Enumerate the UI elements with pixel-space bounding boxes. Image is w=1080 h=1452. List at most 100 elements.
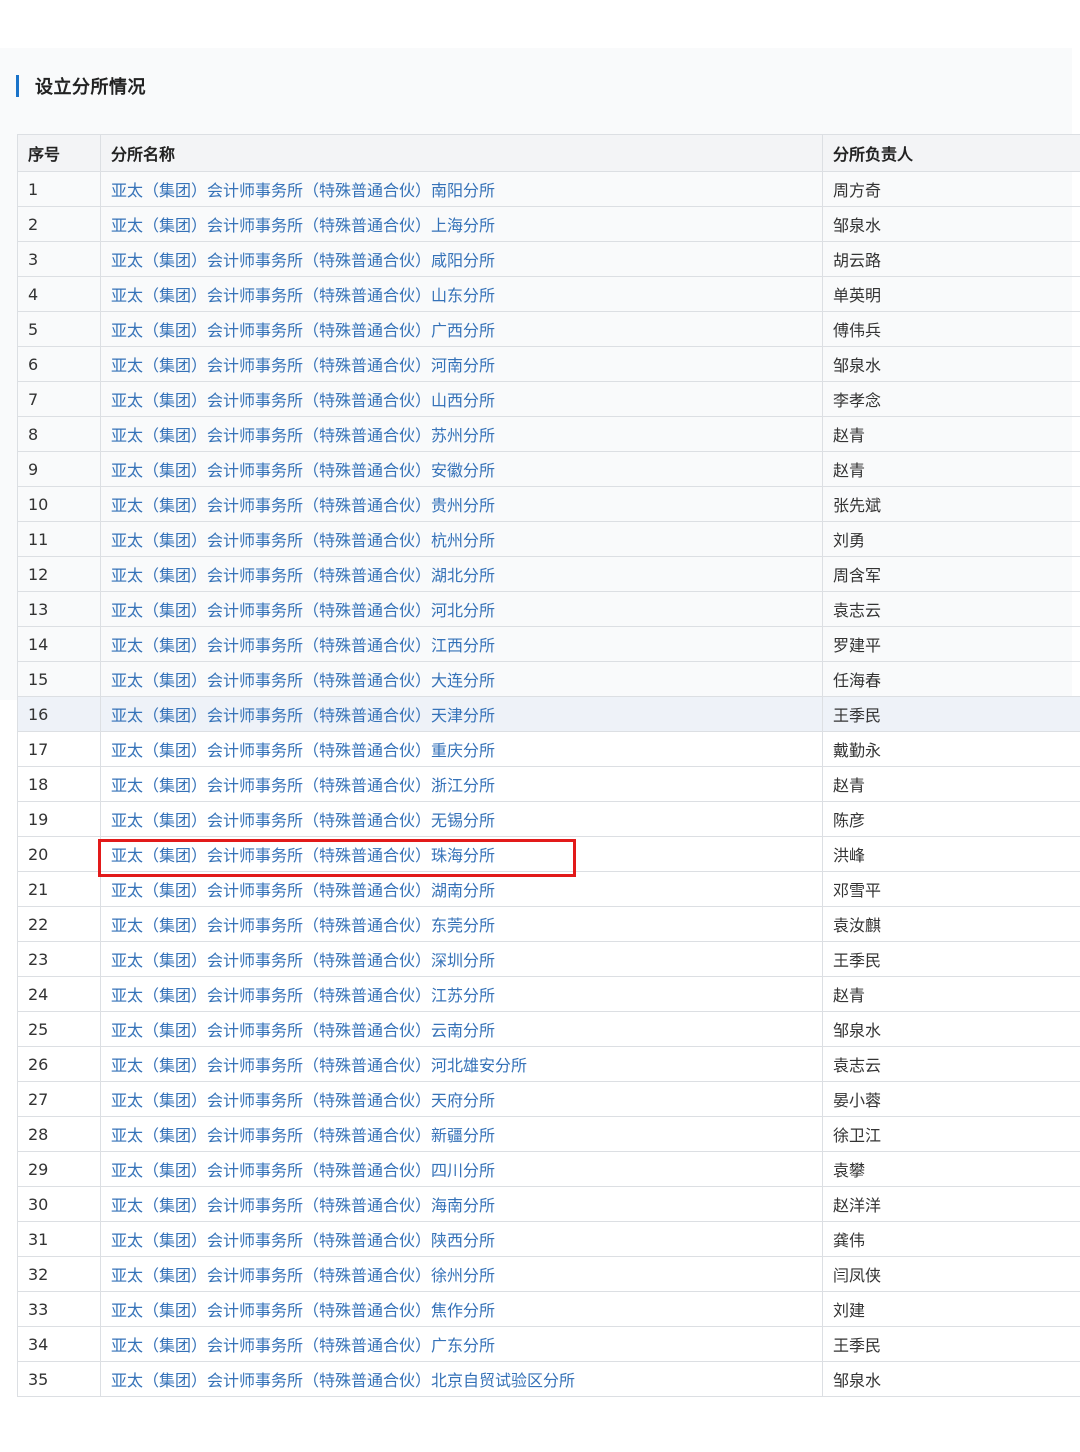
branch-head-cell: 晏小蓉 <box>822 1081 1080 1117</box>
branch-name-link[interactable]: 亚太（集团）会计师事务所（特殊普通合伙）河北分所 <box>111 601 495 620</box>
row-index: 33 <box>17 1291 101 1327</box>
row-index: 14 <box>17 626 101 662</box>
branch-name-cell: 亚太（集团）会计师事务所（特殊普通合伙）焦作分所 <box>100 1291 823 1327</box>
branch-name-link[interactable]: 亚太（集团）会计师事务所（特殊普通合伙）云南分所 <box>111 1021 495 1040</box>
branch-name-link[interactable]: 亚太（集团）会计师事务所（特殊普通合伙）山东分所 <box>111 286 495 305</box>
branch-head-cell: 罗建平 <box>822 626 1080 662</box>
column-header-branch-head: 分所负责人 <box>822 134 1080 172</box>
branch-name-cell: 亚太（集团）会计师事务所（特殊普通合伙）贵州分所 <box>100 486 823 522</box>
row-index: 34 <box>17 1326 101 1362</box>
branch-name-link[interactable]: 亚太（集团）会计师事务所（特殊普通合伙）广东分所 <box>111 1336 495 1355</box>
branch-name-link[interactable]: 亚太（集团）会计师事务所（特殊普通合伙）徐州分所 <box>111 1266 495 1285</box>
table-row: 25 亚太（集团）会计师事务所（特殊普通合伙）云南分所 邹泉水 <box>17 1011 1080 1047</box>
branch-name-link[interactable]: 亚太（集团）会计师事务所（特殊普通合伙）陕西分所 <box>111 1231 495 1250</box>
row-index: 11 <box>17 521 101 557</box>
table-body: 1 亚太（集团）会计师事务所（特殊普通合伙）南阳分所 周方奇 2 亚太（集团）会计师事务… <box>17 171 1080 1397</box>
row-index: 28 <box>17 1116 101 1152</box>
table-row: 18 亚太（集团）会计师事务所（特殊普通合伙）浙江分所 赵青 <box>17 766 1080 802</box>
branch-name-link[interactable]: 亚太（集团）会计师事务所（特殊普通合伙）天府分所 <box>111 1091 495 1110</box>
column-header-branch-name: 分所名称 <box>100 134 823 172</box>
branch-name-cell: 亚太（集团）会计师事务所（特殊普通合伙）江西分所 <box>100 626 823 662</box>
branch-name-link[interactable]: 亚太（集团）会计师事务所（特殊普通合伙）东莞分所 <box>111 916 495 935</box>
row-index: 1 <box>17 171 101 207</box>
branch-head-cell: 邹泉水 <box>822 1011 1080 1047</box>
branch-name-cell: 亚太（集团）会计师事务所（特殊普通合伙）无锡分所 <box>100 801 823 837</box>
branch-head-cell: 袁汝麒 <box>822 906 1080 942</box>
branch-name-cell: 亚太（集团）会计师事务所（特殊普通合伙）河南分所 <box>100 346 823 382</box>
branch-name-link[interactable]: 亚太（集团）会计师事务所（特殊普通合伙）珠海分所 <box>111 846 495 865</box>
row-index: 7 <box>17 381 101 417</box>
branch-name-link[interactable]: 亚太（集团）会计师事务所（特殊普通合伙）广西分所 <box>111 321 495 340</box>
table-row: 27 亚太（集团）会计师事务所（特殊普通合伙）天府分所 晏小蓉 <box>17 1081 1080 1117</box>
table-row: 3 亚太（集团）会计师事务所（特殊普通合伙）咸阳分所 胡云路 <box>17 241 1080 277</box>
branch-name-cell: 亚太（集团）会计师事务所（特殊普通合伙）重庆分所 <box>100 731 823 767</box>
branch-name-link[interactable]: 亚太（集团）会计师事务所（特殊普通合伙）咸阳分所 <box>111 251 495 270</box>
branch-name-link[interactable]: 亚太（集团）会计师事务所（特殊普通合伙）江苏分所 <box>111 986 495 1005</box>
branch-name-cell: 亚太（集团）会计师事务所（特殊普通合伙）山西分所 <box>100 381 823 417</box>
branch-name-link[interactable]: 亚太（集团）会计师事务所（特殊普通合伙）湖南分所 <box>111 881 495 900</box>
branch-head-cell: 王季民 <box>822 696 1080 732</box>
row-index: 16 <box>17 696 101 732</box>
branch-head-cell: 赵洋洋 <box>822 1186 1080 1222</box>
branch-name-cell: 亚太（集团）会计师事务所（特殊普通合伙）苏州分所 <box>100 416 823 452</box>
branch-name-link[interactable]: 亚太（集团）会计师事务所（特殊普通合伙）大连分所 <box>111 671 495 690</box>
branch-head-cell: 周方奇 <box>822 171 1080 207</box>
row-index: 24 <box>17 976 101 1012</box>
branch-name-link[interactable]: 亚太（集团）会计师事务所（特殊普通合伙）苏州分所 <box>111 426 495 445</box>
branch-name-cell: 亚太（集团）会计师事务所（特殊普通合伙）山东分所 <box>100 276 823 312</box>
row-index: 26 <box>17 1046 101 1082</box>
branch-head-cell: 闫凤侠 <box>822 1256 1080 1292</box>
row-index: 5 <box>17 311 101 347</box>
table-row: 35 亚太（集团）会计师事务所（特殊普通合伙）北京自贸试验区分所 邹泉水 <box>17 1361 1080 1397</box>
branch-name-link[interactable]: 亚太（集团）会计师事务所（特殊普通合伙）四川分所 <box>111 1161 495 1180</box>
table-row: 19 亚太（集团）会计师事务所（特殊普通合伙）无锡分所 陈彦 <box>17 801 1080 837</box>
branch-name-cell: 亚太（集团）会计师事务所（特殊普通合伙）河北雄安分所 <box>100 1046 823 1082</box>
row-index: 15 <box>17 661 101 697</box>
branch-name-link[interactable]: 亚太（集团）会计师事务所（特殊普通合伙）天津分所 <box>111 706 495 725</box>
branch-name-link[interactable]: 亚太（集团）会计师事务所（特殊普通合伙）贵州分所 <box>111 496 495 515</box>
table-row: 26 亚太（集团）会计师事务所（特殊普通合伙）河北雄安分所 袁志云 <box>17 1046 1080 1082</box>
branch-name-cell: 亚太（集团）会计师事务所（特殊普通合伙）海南分所 <box>100 1186 823 1222</box>
table-row: 11 亚太（集团）会计师事务所（特殊普通合伙）杭州分所 刘勇 <box>17 521 1080 557</box>
table-row: 2 亚太（集团）会计师事务所（特殊普通合伙）上海分所 邹泉水 <box>17 206 1080 242</box>
branch-name-link[interactable]: 亚太（集团）会计师事务所（特殊普通合伙）深圳分所 <box>111 951 495 970</box>
branch-head-cell: 邹泉水 <box>822 206 1080 242</box>
branch-name-cell: 亚太（集团）会计师事务所（特殊普通合伙）四川分所 <box>100 1151 823 1187</box>
branch-name-link[interactable]: 亚太（集团）会计师事务所（特殊普通合伙）无锡分所 <box>111 811 495 830</box>
branch-name-link[interactable]: 亚太（集团）会计师事务所（特殊普通合伙）江西分所 <box>111 636 495 655</box>
branch-name-cell: 亚太（集团）会计师事务所（特殊普通合伙）浙江分所 <box>100 766 823 802</box>
table-row: 16 亚太（集团）会计师事务所（特殊普通合伙）天津分所 王季民 <box>17 696 1080 732</box>
branch-head-cell: 赵青 <box>822 416 1080 452</box>
branch-name-cell: 亚太（集团）会计师事务所（特殊普通合伙）天府分所 <box>100 1081 823 1117</box>
branch-head-cell: 刘勇 <box>822 521 1080 557</box>
branch-head-cell: 赵青 <box>822 766 1080 802</box>
branch-name-link[interactable]: 亚太（集团）会计师事务所（特殊普通合伙）湖北分所 <box>111 566 495 585</box>
row-index: 9 <box>17 451 101 487</box>
row-index: 10 <box>17 486 101 522</box>
table-row: 8 亚太（集团）会计师事务所（特殊普通合伙）苏州分所 赵青 <box>17 416 1080 452</box>
table-row: 29 亚太（集团）会计师事务所（特殊普通合伙）四川分所 袁攀 <box>17 1151 1080 1187</box>
branch-name-link[interactable]: 亚太（集团）会计师事务所（特殊普通合伙）北京自贸试验区分所 <box>111 1371 575 1390</box>
branch-name-cell: 亚太（集团）会计师事务所（特殊普通合伙）南阳分所 <box>100 171 823 207</box>
branch-name-cell: 亚太（集团）会计师事务所（特殊普通合伙）天津分所 <box>100 696 823 732</box>
branch-name-link[interactable]: 亚太（集团）会计师事务所（特殊普通合伙）杭州分所 <box>111 531 495 550</box>
branch-name-link[interactable]: 亚太（集团）会计师事务所（特殊普通合伙）焦作分所 <box>111 1301 495 1320</box>
branch-name-link[interactable]: 亚太（集团）会计师事务所（特殊普通合伙）安徽分所 <box>111 461 495 480</box>
branch-name-link[interactable]: 亚太（集团）会计师事务所（特殊普通合伙）上海分所 <box>111 216 495 235</box>
branch-name-link[interactable]: 亚太（集团）会计师事务所（特殊普通合伙）南阳分所 <box>111 181 495 200</box>
branch-name-link[interactable]: 亚太（集团）会计师事务所（特殊普通合伙）重庆分所 <box>111 741 495 760</box>
branch-name-link[interactable]: 亚太（集团）会计师事务所（特殊普通合伙）新疆分所 <box>111 1126 495 1145</box>
branch-name-cell: 亚太（集团）会计师事务所（特殊普通合伙）新疆分所 <box>100 1116 823 1152</box>
column-header-index: 序号 <box>17 134 101 172</box>
branch-head-cell: 周含军 <box>822 556 1080 592</box>
branch-name-link[interactable]: 亚太（集团）会计师事务所（特殊普通合伙）海南分所 <box>111 1196 495 1215</box>
branch-name-link[interactable]: 亚太（集团）会计师事务所（特殊普通合伙）河南分所 <box>111 356 495 375</box>
row-index: 27 <box>17 1081 101 1117</box>
branch-head-cell: 洪峰 <box>822 836 1080 872</box>
table-row: 33 亚太（集团）会计师事务所（特殊普通合伙）焦作分所 刘建 <box>17 1291 1080 1327</box>
table-row: 21 亚太（集团）会计师事务所（特殊普通合伙）湖南分所 邓雪平 <box>17 871 1080 907</box>
branch-name-link[interactable]: 亚太（集团）会计师事务所（特殊普通合伙）河北雄安分所 <box>111 1056 527 1075</box>
branch-name-link[interactable]: 亚太（集团）会计师事务所（特殊普通合伙）山西分所 <box>111 391 495 410</box>
row-index: 2 <box>17 206 101 242</box>
branch-name-link[interactable]: 亚太（集团）会计师事务所（特殊普通合伙）浙江分所 <box>111 776 495 795</box>
